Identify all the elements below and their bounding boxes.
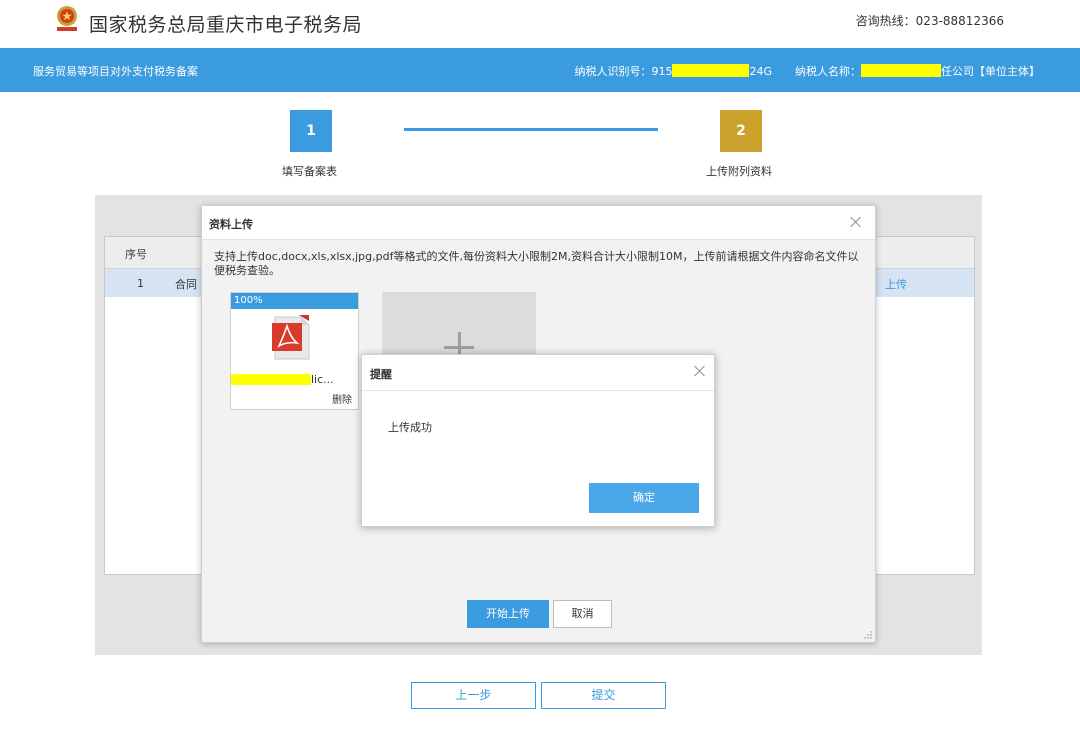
upload-hint: 支持上传doc,docx,xls,xlsx,jpg,pdf等格式的文件,每份资料… [214, 250, 859, 277]
nav-page-title: 服务贸易等项目对外支付税务备案 [33, 65, 198, 78]
close-icon[interactable] [849, 215, 863, 229]
pdf-file-icon [272, 315, 310, 360]
delete-file-button[interactable]: 删除 [332, 391, 352, 406]
taxpayer-info: 纳税人识别号：915 24G 纳税人名称： 任公司【单位主体】 [574, 63, 1040, 79]
alert-message: 上传成功 [388, 421, 432, 434]
nav-bar: 服务贸易等项目对外支付税务备案 纳税人识别号：915 24G 纳税人名称： 任公司【… [0, 48, 1080, 92]
confirm-button[interactable]: 确定 [589, 483, 699, 513]
file-name: lic... [231, 373, 358, 386]
uploaded-file-card: 100% lic... 删除 [230, 292, 359, 410]
taxpayer-name-suffix: 任公司【单位主体】 [941, 65, 1040, 78]
row-upload-link[interactable]: 上传 [885, 276, 907, 292]
header-seq: 序号 [125, 248, 147, 261]
resize-handle-icon[interactable] [864, 631, 872, 639]
top-header: 国家税务总局重庆市电子税务局 咨询热线：023-88812366 [0, 0, 1080, 48]
submit-button[interactable]: 提交 [541, 682, 666, 709]
row-name: 合同 [175, 278, 197, 291]
step-2-label: 上传附列资料 [706, 165, 772, 178]
taxpayer-id-label: 纳税人识别号： [574, 65, 652, 78]
cancel-button[interactable]: 取消 [553, 600, 612, 628]
taxpayer-id-prefix: 915 [651, 65, 673, 78]
step-1-label: 填写备案表 [282, 165, 337, 178]
redaction-mark [672, 64, 750, 77]
tax-emblem-icon [57, 6, 77, 31]
site-title: 国家税务总局重庆市电子税务局 [89, 14, 363, 36]
upload-dialog-header: 资料上传 [202, 206, 875, 240]
row-seq: 1 [137, 277, 144, 290]
taxpayer-id-suffix: 24G [749, 65, 772, 78]
upload-dialog-title: 资料上传 [209, 218, 253, 231]
progress-text: 100% [234, 295, 263, 306]
file-name-suffix: lic... [311, 373, 334, 386]
page: 国家税务总局重庆市电子税务局 咨询热线：023-88812366 服务贸易等项目… [0, 0, 1080, 733]
upload-progress-bar: 100% [231, 293, 358, 309]
redaction-mark [231, 374, 311, 385]
taxpayer-name-label: 纳税人名称： [795, 65, 861, 78]
prev-step-button[interactable]: 上一步 [411, 682, 536, 709]
alert-dialog: 提醒 上传成功 确定 [361, 354, 715, 527]
start-upload-button[interactable]: 开始上传 [467, 600, 549, 628]
alert-title: 提醒 [370, 368, 392, 381]
close-icon[interactable] [693, 364, 707, 378]
step-connector-line [404, 128, 658, 131]
hotline-text: 咨询热线：023-88812366 [855, 14, 1004, 28]
step-1-number: 1 [290, 110, 332, 152]
step-2-number: 2 [720, 110, 762, 152]
alert-header: 提醒 [362, 355, 714, 391]
redaction-mark [861, 64, 941, 77]
